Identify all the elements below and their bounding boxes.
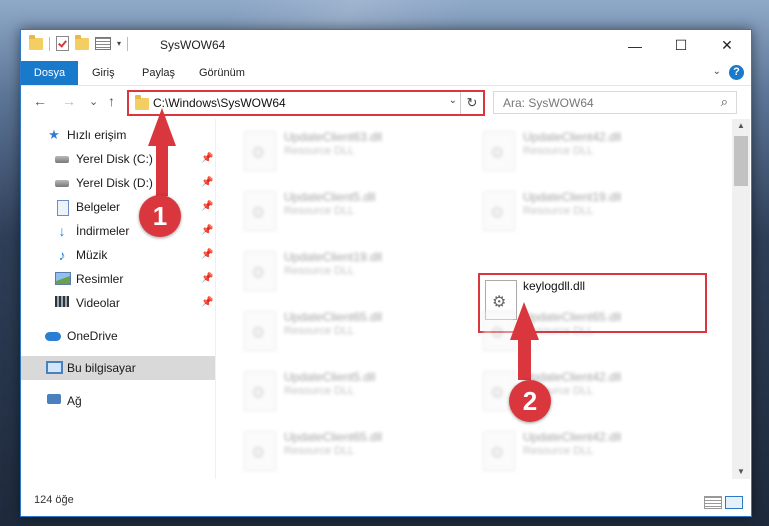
arrow-2-icon xyxy=(510,302,539,380)
step-badge-1: 1 xyxy=(139,195,181,237)
arrow-1-icon xyxy=(148,108,176,196)
step-badge-2: 2 xyxy=(509,380,551,422)
annotation-arrows xyxy=(148,108,539,380)
